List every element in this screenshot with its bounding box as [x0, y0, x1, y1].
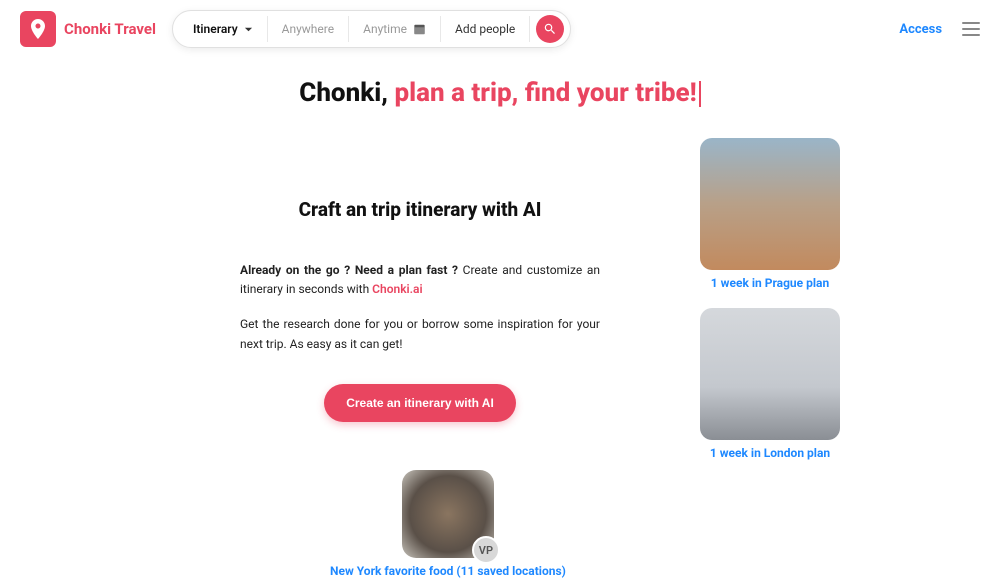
search-when-placeholder: Anytime: [363, 22, 407, 36]
search-bar: Itinerary Anywhere Anytime Add people: [172, 10, 571, 48]
access-link[interactable]: Access: [899, 22, 942, 37]
plan-image-prague: [700, 138, 840, 270]
search-where[interactable]: Anywhere: [268, 16, 349, 42]
hamburger-menu-icon[interactable]: [962, 22, 980, 36]
intro-p1-bold: Already on the go ? Need a plan fast ?: [240, 263, 458, 277]
hero-lead: Chonki,: [299, 78, 394, 108]
typing-cursor: [699, 81, 701, 107]
logo-icon: [20, 11, 56, 47]
brand-logo[interactable]: Chonki Travel: [20, 11, 156, 47]
plan-card-prague[interactable]: 1 week in Prague plan: [660, 138, 880, 290]
plan-card-london[interactable]: 1 week in London plan: [660, 308, 880, 460]
chevron-down-icon: [244, 25, 253, 34]
plan-title: 1 week in Prague plan: [660, 276, 880, 290]
plan-image-london: [700, 308, 840, 440]
brand-name: Chonki Travel: [64, 20, 156, 38]
hero-title: Chonki, plan a trip, find your tribe!: [0, 78, 1000, 108]
search-icon: [543, 22, 557, 36]
author-avatar: VP: [472, 536, 500, 564]
create-itinerary-button[interactable]: Create an itinerary with AI: [324, 384, 516, 422]
saved-locations-card[interactable]: VP New York favorite food (11 saved loca…: [330, 470, 566, 578]
intro-paragraph-1: Already on the go ? Need a plan fast ? C…: [240, 261, 600, 299]
search-type-selector[interactable]: Itinerary: [189, 16, 268, 42]
search-who-placeholder: Add people: [455, 22, 515, 36]
hero-accent: plan a trip, find your tribe!: [394, 78, 696, 108]
search-who[interactable]: Add people: [441, 16, 530, 42]
search-button[interactable]: [536, 15, 564, 43]
search-where-placeholder: Anywhere: [282, 22, 334, 36]
plan-title: 1 week in London plan: [660, 446, 880, 460]
calendar-icon: [413, 23, 426, 35]
search-type-label: Itinerary: [193, 22, 238, 36]
saved-locations-title: New York favorite food (11 saved locatio…: [330, 564, 566, 578]
chonki-ai-link[interactable]: Chonki.ai: [372, 282, 422, 296]
intro-heading: Craft an trip itinerary with AI: [240, 198, 600, 221]
search-when[interactable]: Anytime: [349, 16, 441, 42]
intro-paragraph-2: Get the research done for you or borrow …: [240, 315, 600, 353]
